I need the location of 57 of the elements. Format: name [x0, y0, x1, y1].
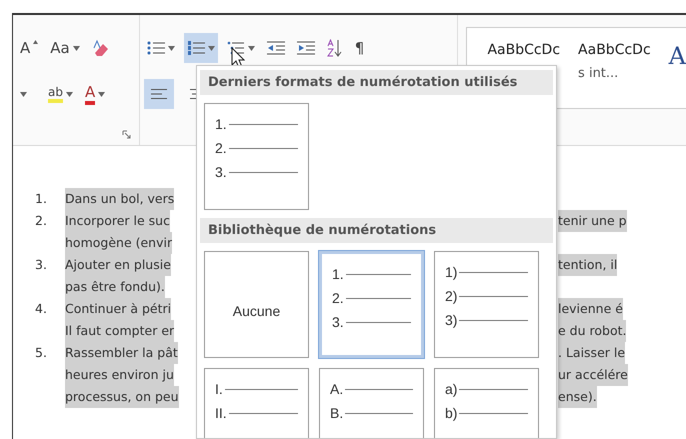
document-text: processus, on peu	[65, 386, 179, 408]
font-color-button[interactable]: A	[82, 79, 108, 109]
document-text: e du robot.	[558, 320, 626, 342]
document-text: Continuer à pétri	[65, 298, 172, 320]
menu-section-header: Derniers formats de numérotation utilisés	[200, 70, 553, 95]
document-text: Il faut compter er	[65, 320, 174, 342]
document-text: Ajouter en plusie	[65, 254, 171, 276]
numbering-option[interactable]: a) b)	[434, 368, 539, 438]
caret-icon	[66, 92, 73, 96]
list-number: 3.	[35, 256, 48, 274]
numbering-option[interactable]: 1. 2. 3.	[204, 103, 309, 210]
list-number: 1.	[35, 190, 48, 208]
list-number: 2.	[35, 212, 48, 230]
style-sample[interactable]: A	[668, 42, 686, 70]
caret-icon	[20, 92, 27, 96]
document-text: ense).	[558, 386, 597, 408]
dialog-launcher-icon[interactable]	[122, 130, 131, 139]
document-text: Incorporer le suc	[65, 210, 170, 232]
document-text: . Laisser le	[558, 342, 626, 364]
numbering-option[interactable]: A. B.	[319, 368, 424, 438]
document-text: tenir une p	[558, 210, 627, 232]
caret-icon	[33, 40, 38, 44]
caret-icon	[98, 92, 106, 96]
bullet-list-icon	[146, 40, 165, 56]
document-text: ur accélére	[558, 364, 628, 386]
list-number: 4.	[35, 300, 48, 318]
document-text: pas être fondu).	[65, 276, 165, 298]
grow-font-button[interactable]: A	[17, 33, 42, 63]
numbering-option[interactable]: 1) 2) 3)	[434, 251, 539, 358]
list-number: 5.	[35, 344, 48, 362]
align-left-icon	[150, 89, 167, 99]
caret-icon	[72, 46, 80, 50]
numbering-option[interactable]: 1. 2. 3.	[319, 251, 424, 358]
change-case-button[interactable]: Aa	[47, 33, 83, 63]
highlight-button[interactable]: ab	[45, 79, 76, 109]
numbering-option[interactable]: Aucune	[204, 251, 309, 358]
decrease-indent-icon	[266, 40, 285, 56]
caret-icon	[248, 46, 255, 50]
caret-icon	[168, 46, 175, 50]
menu-section-header: Bibliothèque de numérotations	[200, 218, 553, 243]
document-text: heures environ ju	[65, 364, 174, 386]
document-text: homogène (envir	[65, 232, 172, 254]
numbering-option[interactable]: I. II.	[204, 368, 309, 438]
style-name: s int...	[578, 66, 620, 81]
style-sample[interactable]: AaBbCcDc	[487, 42, 560, 58]
sort-icon	[326, 39, 343, 57]
document-text: tention, il	[558, 254, 618, 276]
document-text: Dans un bol, vers	[65, 188, 174, 210]
document-text: Rassembler la pât	[65, 342, 178, 364]
numbered-list-icon	[186, 40, 205, 56]
eraser-icon	[92, 39, 110, 57]
increase-indent-icon	[296, 40, 315, 56]
align-button[interactable]	[144, 79, 174, 109]
document-text: levienne é	[558, 298, 623, 320]
show-marks-button[interactable]: ¶	[352, 33, 374, 63]
caret-icon	[208, 46, 215, 50]
style-sample[interactable]: AaBbCcDc	[578, 42, 651, 58]
